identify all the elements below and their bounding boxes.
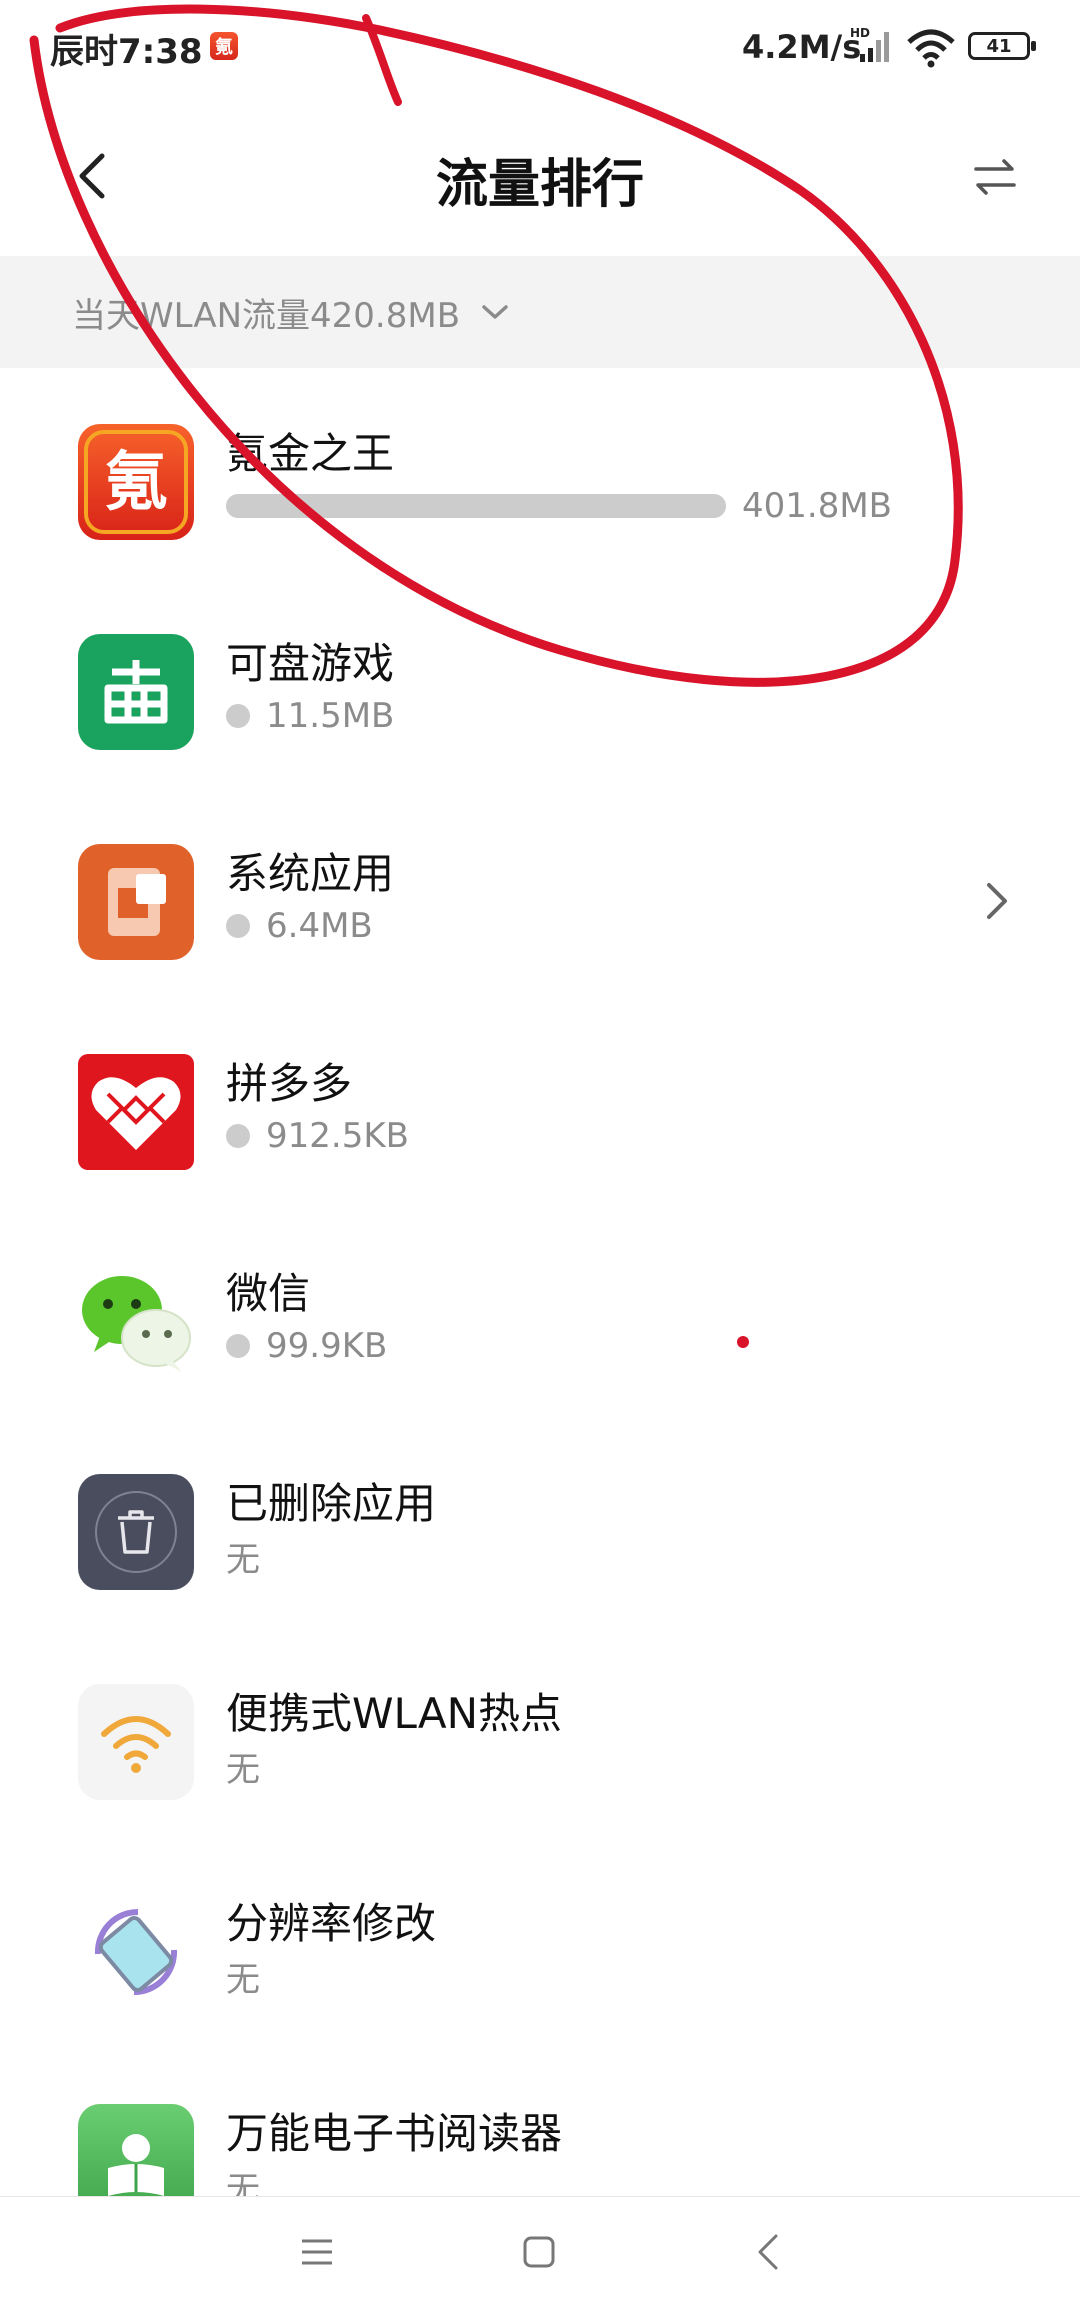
nav-back-icon[interactable] — [756, 2233, 780, 2271]
swap-arrows-icon[interactable] — [972, 154, 1018, 200]
list-item[interactable]: 可盘游戏 11.5MB — [0, 578, 1080, 788]
usage-row: 无 — [226, 1536, 260, 1580]
usage-value: 11.5MB — [266, 696, 395, 736]
app-name: 系统应用 — [226, 849, 395, 898]
hotspot-wifi-icon — [101, 1716, 171, 1773]
usage-value: 6.4MB — [266, 906, 373, 946]
usage-bar — [226, 494, 726, 518]
home-icon[interactable] — [522, 2235, 556, 2269]
hotspot-app-icon — [78, 1684, 194, 1800]
signal-icon — [860, 32, 889, 62]
list-item[interactable]: 已删除应用 无 — [0, 1418, 1080, 1628]
usage-row: 99.9KB — [226, 1326, 387, 1366]
usage-dot — [226, 1334, 250, 1358]
wechat-app-icon — [78, 1264, 194, 1380]
list-item[interactable]: 系统应用 6.4MB — [0, 788, 1080, 998]
usage-row: 无 — [226, 1956, 260, 2000]
usage-dot — [226, 1124, 250, 1148]
app-name: 氪金之王 — [226, 429, 395, 478]
filter-label: 当天WLAN流量420.8MB — [72, 295, 461, 336]
chevron-down-icon — [482, 305, 508, 319]
app-name: 分辨率修改 — [226, 1899, 437, 1948]
usage-row: 401.8MB — [226, 486, 892, 526]
page-title: 流量排行 — [435, 155, 644, 215]
app-name: 已删除应用 — [226, 1479, 437, 1528]
usage-value: 401.8MB — [742, 486, 892, 526]
app-name: 拼多多 — [226, 1059, 353, 1108]
wifi-icon — [907, 29, 955, 68]
app-name: 可盘游戏 — [226, 639, 395, 688]
usage-dot — [226, 914, 250, 938]
usage-value: 912.5KB — [266, 1116, 409, 1156]
trash-icon — [95, 1491, 177, 1573]
app-bar: 流量排行 — [0, 96, 1080, 256]
status-time: 辰时7:38 — [50, 32, 203, 72]
usage-value: 无 — [226, 1749, 260, 1790]
app-name: 万能电子书阅读器 — [226, 2109, 563, 2158]
app-traffic-list: 氪 氪金之王 401.8MB 可盘游戏 11.5MB 系统应用 6.4MB 拼多… — [0, 368, 1080, 2258]
svg-text:氪: 氪 — [104, 446, 168, 520]
usage-value: 无 — [226, 1959, 260, 2000]
usage-value: 无 — [226, 1539, 260, 1580]
list-item[interactable]: 分辨率修改 无 — [0, 1838, 1080, 2048]
app-name: 微信 — [226, 1269, 311, 1318]
system-navigation-bar — [0, 2196, 1080, 2311]
status-bar: 辰时7:38 氪 4.2M/s HD 41 — [0, 0, 1080, 96]
list-item[interactable]: 便携式WLAN热点 无 — [0, 1628, 1080, 1838]
usage-row: 无 — [226, 1746, 260, 1790]
menu-icon[interactable] — [300, 2235, 334, 2269]
deleted-apps-icon — [78, 1474, 194, 1590]
pinduoduo-app-icon — [78, 1054, 194, 1170]
usage-value: 99.9KB — [266, 1326, 388, 1366]
resolution-phone-icon — [94, 1908, 178, 1996]
notification-app-icon: 氪 — [210, 32, 238, 60]
chevron-right-icon[interactable] — [984, 880, 1010, 922]
usage-row: 11.5MB — [226, 696, 394, 736]
traffic-filter-dropdown[interactable]: 当天WLAN流量420.8MB — [0, 256, 1080, 368]
kepan-game-app-icon — [78, 634, 194, 750]
resolution-app-icon — [78, 1894, 194, 2010]
list-item[interactable]: 微信 99.9KB — [0, 1208, 1080, 1418]
list-item[interactable]: 氪 氪金之王 401.8MB — [0, 368, 1080, 578]
app-name: 便携式WLAN热点 — [226, 1689, 563, 1738]
krypton-king-app-icon: 氪 — [78, 424, 194, 540]
usage-row: 6.4MB — [226, 906, 373, 946]
battery-icon: 41 — [968, 32, 1036, 60]
usage-dot — [226, 704, 250, 728]
system-apps-icon — [78, 844, 194, 960]
list-item[interactable]: 拼多多 912.5KB — [0, 998, 1080, 1208]
usage-row: 912.5KB — [226, 1116, 409, 1156]
network-speed: 4.2M/s — [742, 28, 862, 66]
